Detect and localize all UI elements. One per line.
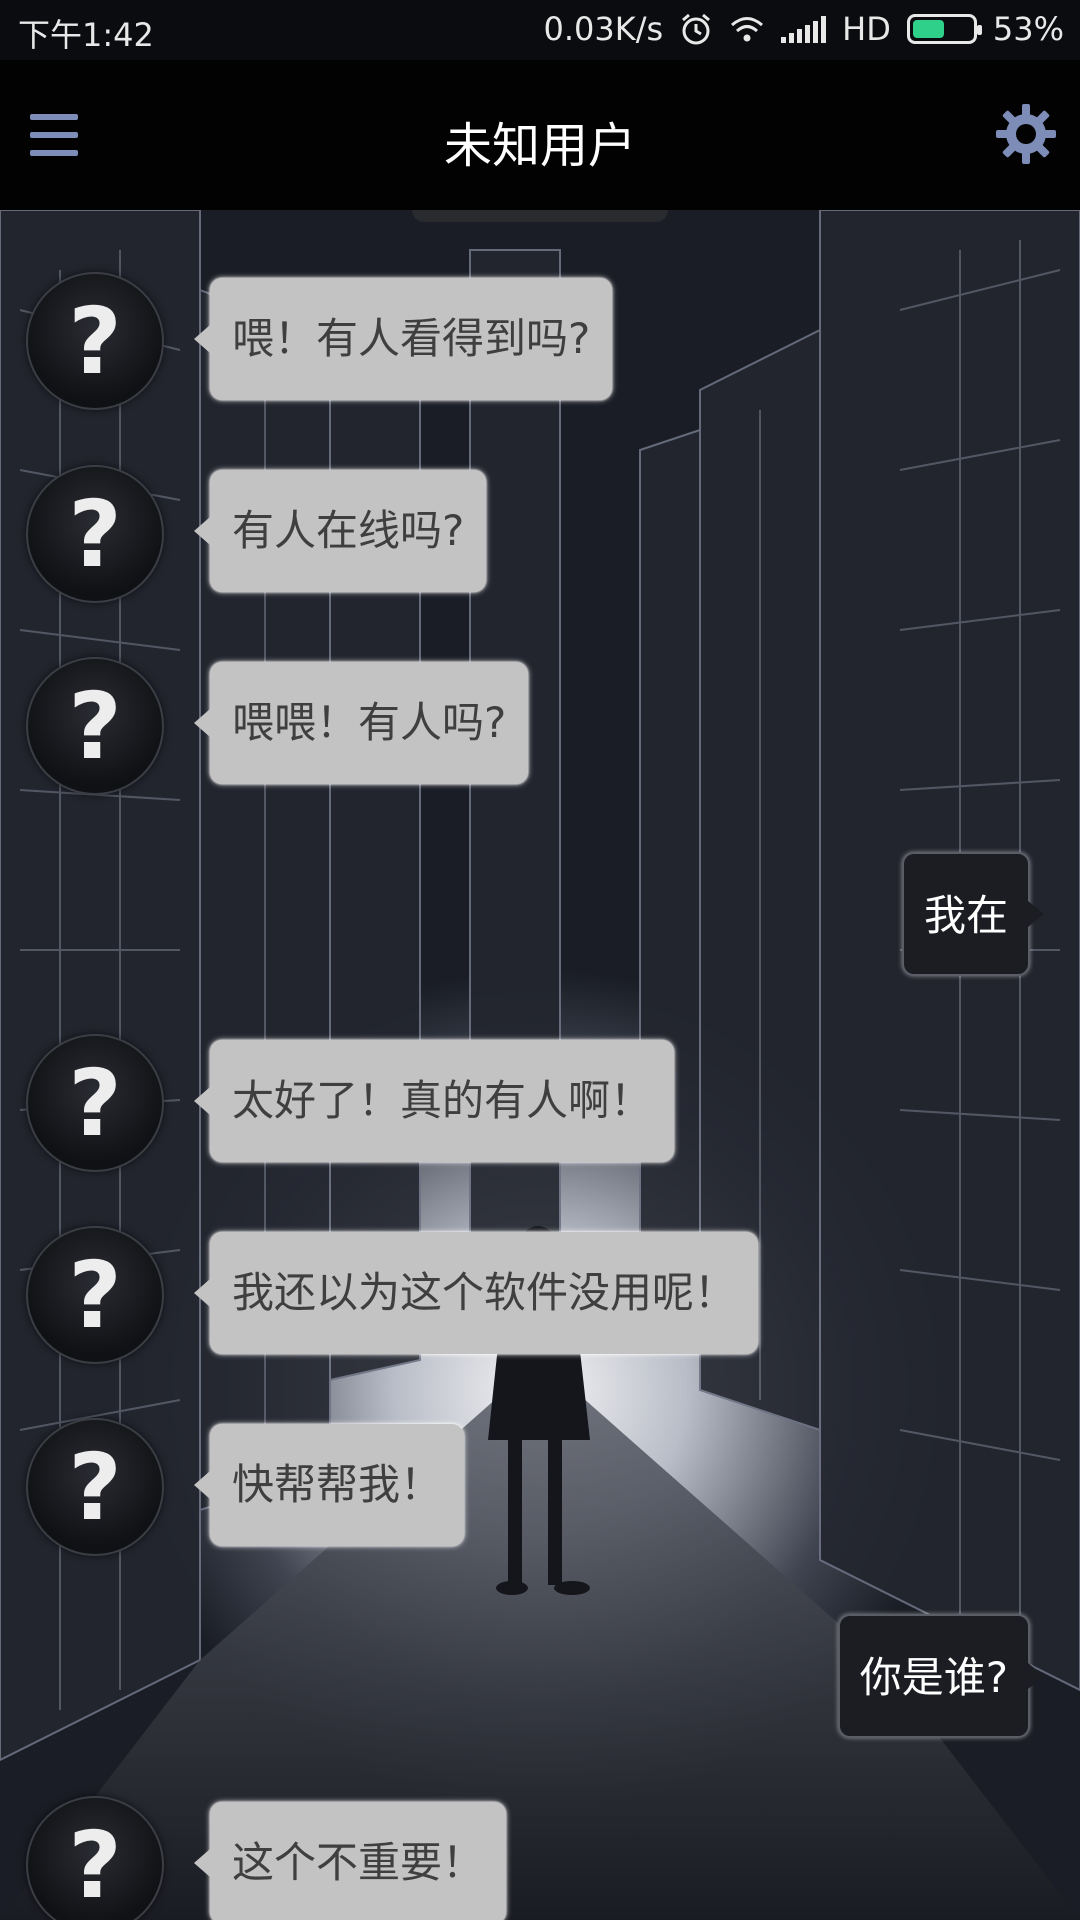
incoming-message[interactable]: 喂！有人看得到吗?: [193, 278, 613, 400]
question-mark-icon: ?: [68, 1241, 122, 1349]
incoming-message[interactable]: 快帮帮我！: [193, 1424, 465, 1546]
status-time: 下午1:42: [18, 16, 154, 54]
network-type: HD: [842, 10, 891, 48]
pull-down-handle[interactable]: [412, 210, 668, 222]
page-title: 未知用户: [443, 118, 636, 174]
contact-avatar[interactable]: ?: [26, 1418, 164, 1556]
incoming-message[interactable]: 太好了！真的有人啊！: [193, 1040, 675, 1162]
question-mark-icon: ?: [68, 1811, 122, 1919]
status-right: 0.03K/s HD 53%: [543, 10, 1064, 48]
contact-avatar[interactable]: ?: [26, 1034, 164, 1172]
battery-icon: [906, 14, 982, 44]
question-mark-icon: ?: [68, 287, 122, 395]
wifi-icon: [731, 17, 764, 42]
network-speed: 0.03K/s: [543, 10, 664, 48]
question-mark-icon: ?: [68, 1049, 122, 1157]
alarm-icon: [682, 13, 711, 45]
status-bar: 下午1:42 0.03K/s HD 53%: [0, 0, 1080, 60]
contact-avatar[interactable]: ?: [26, 1226, 164, 1364]
app-header: 未知用户: [0, 60, 1080, 210]
contact-avatar[interactable]: ?: [26, 272, 164, 410]
contact-avatar[interactable]: ?: [26, 465, 164, 603]
incoming-message[interactable]: 这个不重要！: [193, 1802, 507, 1920]
question-mark-icon: ?: [68, 672, 122, 780]
outgoing-message[interactable]: 你是谁?: [837, 1614, 1045, 1738]
contact-avatar[interactable]: ?: [26, 657, 164, 795]
signal-icon: [781, 15, 827, 43]
incoming-message[interactable]: 喂喂！有人吗?: [193, 662, 529, 784]
battery-fill: [912, 20, 944, 38]
incoming-message[interactable]: 我还以为这个软件没用呢！: [193, 1232, 759, 1354]
battery-percent: 53%: [992, 10, 1064, 48]
question-mark-icon: ?: [68, 1433, 122, 1541]
gear-icon[interactable]: [994, 102, 1058, 166]
outgoing-message[interactable]: 我在: [901, 852, 1045, 976]
question-mark-icon: ?: [68, 480, 122, 588]
incoming-message[interactable]: 有人在线吗?: [193, 470, 487, 592]
